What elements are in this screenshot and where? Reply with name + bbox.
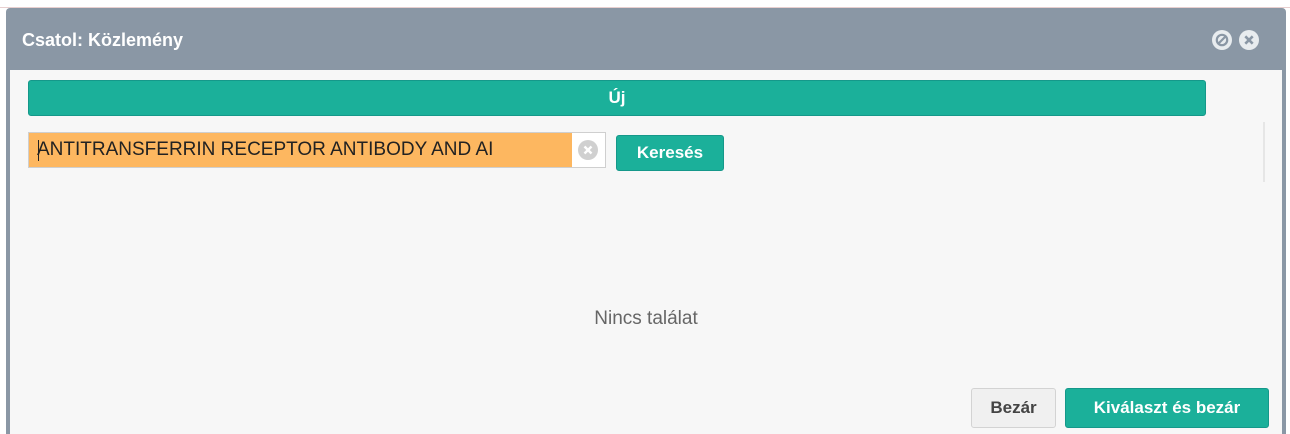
scrollbar[interactable] xyxy=(1263,122,1265,182)
clear-icon[interactable] xyxy=(578,140,598,160)
block-icon[interactable] xyxy=(1212,30,1232,50)
dialog-content: Új ANTITRANSFERRIN RECEPTOR ANTIBODY AND… xyxy=(10,70,1282,434)
select-and-close-button[interactable]: Kiválaszt és bezár xyxy=(1065,388,1269,428)
dialog-title: Csatol: Közlemény xyxy=(22,30,184,50)
search-button[interactable]: Keresés xyxy=(616,135,724,171)
search-field: ANTITRANSFERRIN RECEPTOR ANTIBODY AND AI xyxy=(28,132,606,168)
page-top-strip xyxy=(0,0,1290,8)
empty-results-message: Nincs találat xyxy=(594,308,698,329)
close-icon[interactable] xyxy=(1239,30,1259,50)
search-input[interactable]: ANTITRANSFERRIN RECEPTOR ANTIBODY AND AI xyxy=(29,133,572,167)
new-button[interactable]: Új xyxy=(28,80,1206,116)
close-button[interactable]: Bezár xyxy=(971,388,1056,428)
dialog-titlebar[interactable]: Csatol: Közlemény xyxy=(6,8,1286,70)
attach-dialog: Csatol: Közlemény Új ANTITRANSFERRIN REC… xyxy=(6,8,1286,434)
text-caret xyxy=(38,140,39,161)
